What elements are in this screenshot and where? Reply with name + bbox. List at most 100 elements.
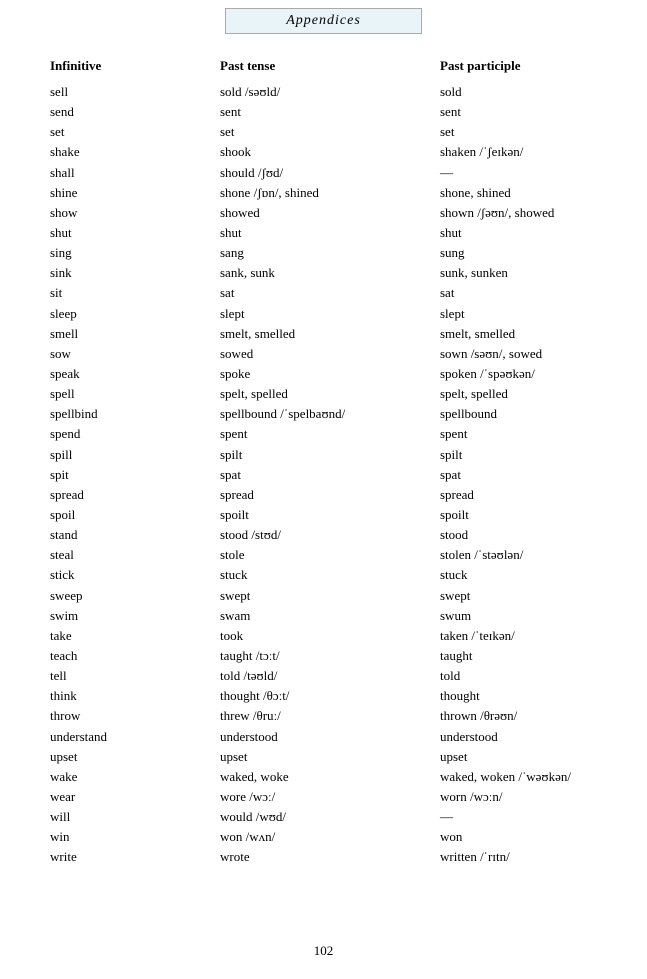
table-row: showshowedshown /ʃəʊn/, showed: [50, 203, 597, 223]
past-participle-cell: spat: [440, 465, 597, 485]
past-participle-cell: shut: [440, 223, 597, 243]
infinitive-cell: throw: [50, 706, 220, 726]
infinitive-cell: show: [50, 203, 220, 223]
table-row: shallshould /ʃʊd/—: [50, 163, 597, 183]
past-tense-cell: shook: [220, 142, 440, 162]
past-participle-cell: spread: [440, 485, 597, 505]
past-tense-cell: slept: [220, 304, 440, 324]
past-tense-cell: sat: [220, 283, 440, 303]
past-participle-cell: smelt, smelled: [440, 324, 597, 344]
infinitive-cell: teach: [50, 646, 220, 666]
past-participle-cell: —: [440, 163, 597, 183]
table-row: shineshone /ʃɒn/, shinedshone, shined: [50, 183, 597, 203]
past-tense-cell: stole: [220, 545, 440, 565]
past-tense-cell: showed: [220, 203, 440, 223]
table-row: sitsatsat: [50, 283, 597, 303]
infinitive-cell: win: [50, 827, 220, 847]
table-row: wearwore /wɔː/worn /wɔːn/: [50, 787, 597, 807]
past-participle-cell: won: [440, 827, 597, 847]
page-number: 102: [314, 943, 334, 958]
infinitive-cell: sleep: [50, 304, 220, 324]
past-participle-cell: spilt: [440, 445, 597, 465]
col-header-infinitive: Infinitive: [50, 58, 220, 74]
table-row: spoilspoiltspoilt: [50, 505, 597, 525]
table-row: smellsmelt, smelledsmelt, smelled: [50, 324, 597, 344]
past-participle-cell: sunk, sunken: [440, 263, 597, 283]
past-tense-cell: threw /θruː/: [220, 706, 440, 726]
past-participle-cell: thrown /θrəʊn/: [440, 706, 597, 726]
past-tense-cell: should /ʃʊd/: [220, 163, 440, 183]
table-row: willwould /wʊd/—: [50, 807, 597, 827]
table-row: stealstolestolen /ˈstəʊlən/: [50, 545, 597, 565]
infinitive-cell: shine: [50, 183, 220, 203]
past-participle-cell: waked, woken /ˈwəʊkən/: [440, 767, 597, 787]
infinitive-cell: understand: [50, 727, 220, 747]
page-header: Appendices: [0, 0, 647, 38]
infinitive-cell: sink: [50, 263, 220, 283]
table-row: speakspokespoken /ˈspəʊkən/: [50, 364, 597, 384]
infinitive-cell: spoil: [50, 505, 220, 525]
past-participle-cell: thought: [440, 686, 597, 706]
table-row: wakewaked, wokewaked, woken /ˈwəʊkən/: [50, 767, 597, 787]
table-row: sweepsweptswept: [50, 586, 597, 606]
infinitive-cell: swim: [50, 606, 220, 626]
infinitive-cell: sit: [50, 283, 220, 303]
infinitive-cell: tell: [50, 666, 220, 686]
col-header-past-tense: Past tense: [220, 58, 440, 74]
past-tense-cell: wrote: [220, 847, 440, 867]
past-participle-cell: stolen /ˈstəʊlən/: [440, 545, 597, 565]
past-participle-cell: understood: [440, 727, 597, 747]
past-tense-cell: spread: [220, 485, 440, 505]
past-tense-cell: sowed: [220, 344, 440, 364]
appendices-title: Appendices: [225, 8, 422, 34]
infinitive-cell: shall: [50, 163, 220, 183]
infinitive-cell: spell: [50, 384, 220, 404]
table-row: spellspelt, spelledspelt, spelled: [50, 384, 597, 404]
infinitive-cell: send: [50, 102, 220, 122]
past-tense-cell: waked, woke: [220, 767, 440, 787]
past-participle-cell: shone, shined: [440, 183, 597, 203]
word-table: sellsold /səʊld/soldsendsentsentsetsetse…: [50, 82, 597, 867]
past-participle-cell: sung: [440, 243, 597, 263]
table-row: spillspiltspilt: [50, 445, 597, 465]
past-tense-cell: sang: [220, 243, 440, 263]
past-participle-cell: swum: [440, 606, 597, 626]
infinitive-cell: steal: [50, 545, 220, 565]
past-participle-cell: slept: [440, 304, 597, 324]
past-tense-cell: swept: [220, 586, 440, 606]
table-row: singsangsung: [50, 243, 597, 263]
main-content: Infinitive Past tense Past participle se…: [0, 38, 647, 907]
infinitive-cell: take: [50, 626, 220, 646]
table-row: sellsold /səʊld/sold: [50, 82, 597, 102]
infinitive-cell: write: [50, 847, 220, 867]
past-tense-cell: sank, sunk: [220, 263, 440, 283]
infinitive-cell: sell: [50, 82, 220, 102]
past-participle-cell: written /ˈrɪtn/: [440, 847, 597, 867]
table-row: taketooktaken /ˈteɪkən/: [50, 626, 597, 646]
past-tense-cell: shut: [220, 223, 440, 243]
table-row: upsetupsetupset: [50, 747, 597, 767]
past-tense-cell: spoilt: [220, 505, 440, 525]
infinitive-cell: sow: [50, 344, 220, 364]
past-tense-cell: would /wʊd/: [220, 807, 440, 827]
past-participle-cell: taken /ˈteɪkən/: [440, 626, 597, 646]
table-row: sowsowedsown /səʊn/, sowed: [50, 344, 597, 364]
table-row: shakeshookshaken /ˈʃeɪkən/: [50, 142, 597, 162]
table-row: spellbindspellbound /ˈspelbaʊnd/spellbou…: [50, 404, 597, 424]
past-tense-cell: won /wʌn/: [220, 827, 440, 847]
table-row: shutshutshut: [50, 223, 597, 243]
infinitive-cell: spellbind: [50, 404, 220, 424]
past-participle-cell: spoken /ˈspəʊkən/: [440, 364, 597, 384]
infinitive-cell: will: [50, 807, 220, 827]
past-participle-cell: —: [440, 807, 597, 827]
infinitive-cell: spit: [50, 465, 220, 485]
past-tense-cell: spoke: [220, 364, 440, 384]
past-tense-cell: swam: [220, 606, 440, 626]
past-tense-cell: spent: [220, 424, 440, 444]
past-participle-cell: set: [440, 122, 597, 142]
table-row: thinkthought /θɔːt/thought: [50, 686, 597, 706]
past-participle-cell: shown /ʃəʊn/, showed: [440, 203, 597, 223]
infinitive-cell: stand: [50, 525, 220, 545]
infinitive-cell: shut: [50, 223, 220, 243]
past-tense-cell: sent: [220, 102, 440, 122]
